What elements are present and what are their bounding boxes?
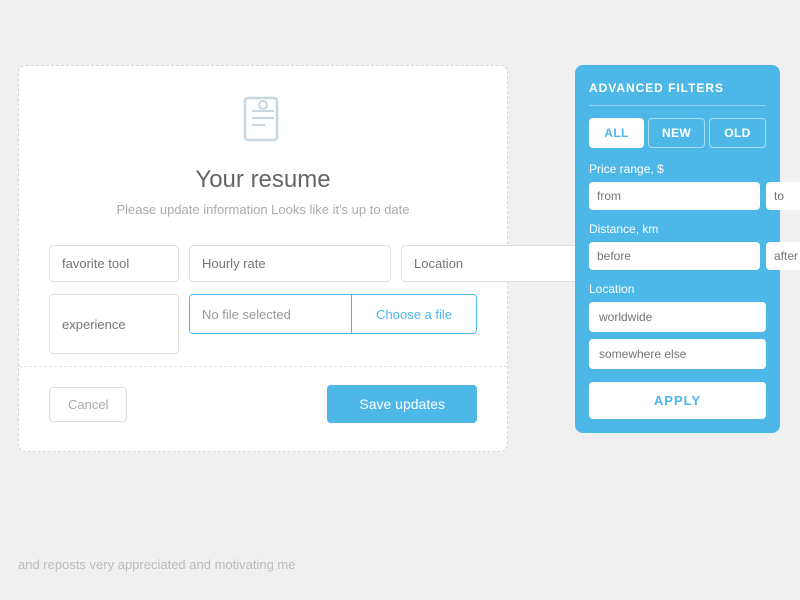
distance-after-input[interactable] — [766, 242, 800, 270]
price-from-input[interactable] — [589, 182, 760, 210]
price-to-input[interactable] — [766, 182, 800, 210]
price-range-label: Price range, $ — [589, 162, 766, 176]
file-upload-row: No file selected Choose a file — [189, 294, 477, 334]
filters-divider — [589, 105, 766, 106]
choose-file-button[interactable]: Choose a file — [351, 295, 476, 333]
resume-icon — [49, 96, 477, 156]
card-divider — [19, 366, 507, 367]
distance-row — [589, 242, 766, 270]
apply-button[interactable]: APPLY — [589, 382, 766, 419]
tab-new[interactable]: NEW — [648, 118, 705, 148]
location-somewhere-input[interactable] — [589, 339, 766, 369]
distance-label: Distance, km — [589, 222, 766, 236]
no-file-label: No file selected — [190, 295, 351, 333]
form-row-2: No file selected Choose a file — [49, 294, 477, 354]
bottom-text: and reposts very appreciated and motivat… — [18, 557, 296, 572]
location-worldwide-input[interactable] — [589, 302, 766, 332]
favorite-tool-input[interactable] — [49, 245, 179, 282]
filters-title: ADVANCED FILTERS — [589, 81, 766, 95]
resume-title: Your resume — [49, 166, 477, 194]
experience-input[interactable] — [49, 294, 179, 354]
tab-old[interactable]: OLD — [709, 118, 766, 148]
cancel-button[interactable]: Cancel — [49, 387, 127, 422]
tab-group: ALL NEW OLD — [589, 118, 766, 148]
save-button[interactable]: Save updates — [327, 385, 477, 423]
price-range-row — [589, 182, 766, 210]
filters-panel: ADVANCED FILTERS ALL NEW OLD Price range… — [575, 65, 780, 433]
resume-subtitle: Please update information Looks like it'… — [49, 202, 477, 217]
card-actions: Cancel Save updates — [49, 385, 477, 423]
form-row-1 — [49, 245, 477, 282]
tab-all[interactable]: ALL — [589, 118, 644, 148]
location-label: Location — [589, 282, 766, 296]
hourly-rate-input[interactable] — [189, 245, 391, 282]
location-input[interactable] — [401, 245, 603, 282]
distance-before-input[interactable] — [589, 242, 760, 270]
resume-card: Your resume Please update information Lo… — [18, 65, 508, 452]
